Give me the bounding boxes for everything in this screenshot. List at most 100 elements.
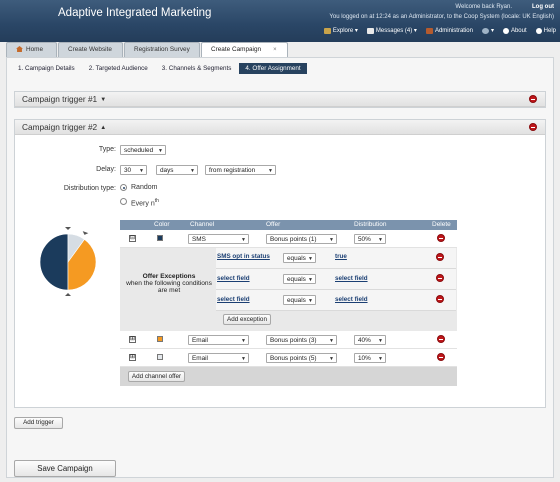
step-campaign-details[interactable]: 1. Campaign Details xyxy=(12,63,81,74)
pie-drag-handle[interactable] xyxy=(65,227,71,230)
offer-select[interactable]: Bonus points (1) ▼ xyxy=(266,234,337,244)
condition-field-link[interactable]: SMS opt in status xyxy=(217,253,270,260)
exceptions-text: Offer Exceptions when the following cond… xyxy=(124,273,214,294)
operator-value: equals xyxy=(287,297,306,304)
type-select[interactable]: scheduled ▼ xyxy=(120,145,166,155)
every-nth-text: Every n xyxy=(131,200,155,208)
chevron-down-icon: ▼ xyxy=(268,168,273,174)
logout-link[interactable]: Log out xyxy=(532,4,554,10)
channel-select[interactable]: Email ▼ xyxy=(188,335,249,345)
distribution-select[interactable]: 50% ▼ xyxy=(354,234,386,244)
chevron-down-icon: ▼ xyxy=(329,338,334,344)
random-radio[interactable] xyxy=(120,184,127,191)
header-offer: Offer xyxy=(266,221,281,228)
distribution-value: 50% xyxy=(358,236,371,243)
color-swatch[interactable] xyxy=(157,235,163,241)
tab-home[interactable]: Home xyxy=(6,42,57,57)
trigger-title: Campaign trigger #1 xyxy=(22,94,98,104)
expand-row-icon[interactable]: ⊞ xyxy=(129,336,136,343)
channel-offer-grid: Color Channel Offer Distribution Delete … xyxy=(120,220,457,386)
delete-icon[interactable] xyxy=(529,123,537,131)
tab-create-website[interactable]: Create Website xyxy=(58,42,123,57)
expand-row-icon[interactable]: ⊞ xyxy=(129,354,136,361)
chevron-down-icon: ▼ xyxy=(241,356,246,362)
distribution-value: 40% xyxy=(358,337,371,344)
tab-create-campaign[interactable]: Create Campaign × xyxy=(201,42,288,58)
chevron-down-icon: ▼ xyxy=(158,148,163,154)
condition-operator-select[interactable]: equals ▼ xyxy=(283,295,316,305)
add-channel-offer-button[interactable]: Add channel offer xyxy=(128,371,185,382)
every-nth-sup: th xyxy=(154,198,159,204)
tab-strip: Home Create Website Registration Survey … xyxy=(6,42,289,58)
random-label: Random xyxy=(131,184,158,191)
delay-amount-select[interactable]: 30 ▼ xyxy=(120,165,147,175)
trigger-panel-1: Campaign trigger #1 ▼ xyxy=(14,91,546,108)
distribution-select[interactable]: 40% ▼ xyxy=(354,335,386,345)
table-row: ⊞ Email ▼ Bonus points (3) ▼ 40% ▼ xyxy=(120,331,457,349)
delete-icon[interactable] xyxy=(437,335,445,343)
step-offer-assignment[interactable]: 4. Offer Assignment xyxy=(239,63,307,74)
delay-value: 30 xyxy=(124,167,132,174)
condition-field-link[interactable]: select field xyxy=(217,296,250,303)
chevron-down-icon: ▼ xyxy=(308,298,313,304)
session-info: You logged on at 12:24 as an Administrat… xyxy=(329,14,554,20)
channel-select[interactable]: SMS ▼ xyxy=(188,234,249,244)
every-nth-label: Every nth xyxy=(131,198,159,207)
channel-value: Email xyxy=(192,337,208,344)
distribution-type-label: Distribution type: xyxy=(63,185,116,192)
trigger-header-1[interactable]: Campaign trigger #1 ▼ xyxy=(15,92,545,107)
add-exception-button[interactable]: Add exception xyxy=(223,314,271,325)
condition-field-link[interactable]: select field xyxy=(217,275,250,282)
delete-icon[interactable] xyxy=(436,274,444,282)
collapse-row-icon[interactable]: ⊟ xyxy=(129,235,136,242)
tab-label: Registration Survey xyxy=(134,46,190,53)
tab-registration-survey[interactable]: Registration Survey xyxy=(124,42,200,57)
collapse-icon[interactable]: ▲ xyxy=(100,125,106,131)
condition-value-link[interactable]: select field xyxy=(335,296,368,303)
condition-value-link[interactable]: true xyxy=(335,253,347,260)
delete-icon[interactable] xyxy=(437,234,445,242)
chevron-down-icon: ▼ xyxy=(308,277,313,283)
color-swatch[interactable] xyxy=(157,336,163,342)
exception-row: SMS opt in status equals ▼ true xyxy=(216,248,456,269)
channel-select[interactable]: Email ▼ xyxy=(188,353,249,363)
delay-from-select[interactable]: from registration ▼ xyxy=(205,165,276,175)
welcome-text: Welcome back Ryan. xyxy=(455,4,512,10)
offer-exceptions: Offer Exceptions when the following cond… xyxy=(120,248,457,331)
delete-icon[interactable] xyxy=(436,295,444,303)
offer-select[interactable]: Bonus points (3) ▼ xyxy=(266,335,337,345)
save-campaign-button[interactable]: Save Campaign xyxy=(14,460,116,477)
every-nth-radio[interactable] xyxy=(120,198,127,205)
delete-icon[interactable] xyxy=(436,253,444,261)
add-trigger-button[interactable]: Add trigger xyxy=(14,417,63,429)
type-value: scheduled xyxy=(124,147,154,154)
delay-unit-select[interactable]: days ▼ xyxy=(156,165,198,175)
exceptions-title: Offer Exceptions xyxy=(142,273,196,280)
wizard-steps: 1. Campaign Details 2. Targeted Audience… xyxy=(12,63,309,74)
condition-operator-select[interactable]: equals ▼ xyxy=(283,274,316,284)
delete-icon[interactable] xyxy=(529,95,537,103)
condition-operator-select[interactable]: equals ▼ xyxy=(283,253,316,263)
chevron-down-icon: ▼ xyxy=(241,237,246,243)
chevron-down-icon: ▼ xyxy=(378,237,383,243)
close-icon[interactable]: × xyxy=(273,47,277,53)
home-icon xyxy=(16,46,23,52)
offer-value: Bonus points (3) xyxy=(270,337,317,344)
trigger-header-2[interactable]: Campaign trigger #2 ▲ xyxy=(15,120,545,135)
offer-value: Bonus points (1) xyxy=(270,236,317,243)
condition-value-link[interactable]: select field xyxy=(335,275,368,282)
chevron-down-icon: ▼ xyxy=(241,338,246,344)
pie-drag-handle[interactable] xyxy=(82,231,89,236)
delete-icon[interactable] xyxy=(437,353,445,361)
distribution-select[interactable]: 10% ▼ xyxy=(354,353,386,363)
chevron-down-icon: ▼ xyxy=(139,168,144,174)
color-swatch[interactable] xyxy=(157,354,163,360)
tab-label: Home xyxy=(26,46,44,53)
step-targeted-audience[interactable]: 2. Targeted Audience xyxy=(83,63,154,74)
distribution-pie-chart xyxy=(39,227,97,296)
expand-icon[interactable]: ▼ xyxy=(100,97,106,103)
pie-drag-handle[interactable] xyxy=(65,293,71,296)
channel-value: Email xyxy=(192,355,208,362)
offer-select[interactable]: Bonus points (5) ▼ xyxy=(266,353,337,363)
step-channels-segments[interactable]: 3. Channels & Segments xyxy=(156,63,238,74)
